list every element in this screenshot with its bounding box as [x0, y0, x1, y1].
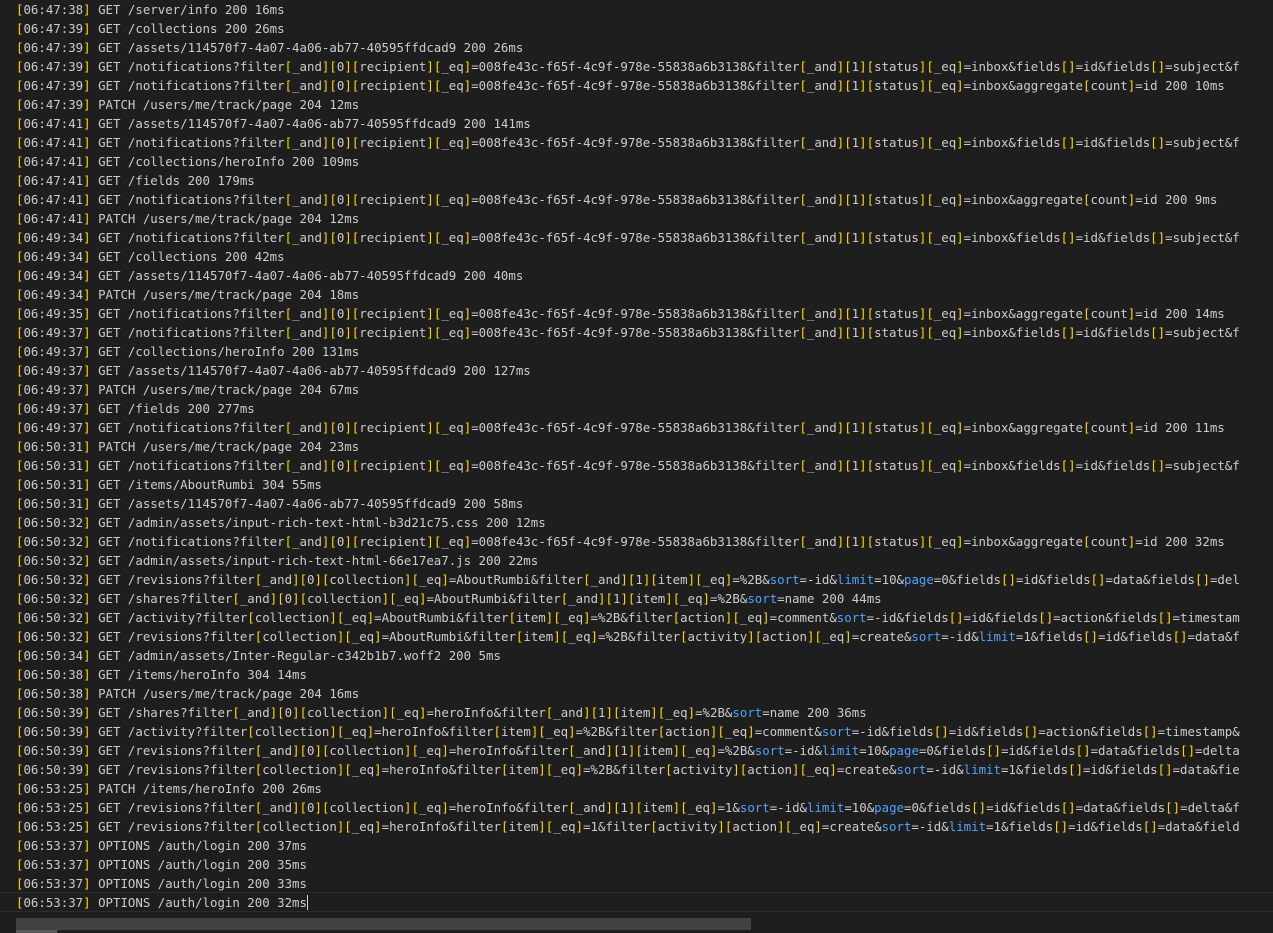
log-line: [06:50:32] GET /admin/assets/input-rich-…	[16, 553, 539, 568]
log-line: [06:49:37] GET /notifications?filter[_an…	[16, 325, 1240, 340]
log-line: [06:50:32] GET /notifications?filter[_an…	[16, 534, 1225, 549]
log-line: [06:49:34] GET /notifications?filter[_an…	[16, 230, 1240, 245]
log-line: [06:53:25] PATCH /items/heroInfo 200 26m…	[16, 781, 322, 796]
log-line: [06:47:41] GET /collections/heroInfo 200…	[16, 154, 360, 169]
log-line: [06:53:37] OPTIONS /auth/login 200 37ms	[16, 838, 307, 853]
horizontal-scrollbar-thumb[interactable]	[16, 918, 751, 930]
log-line: [06:50:32] GET /shares?filter[_and][0][c…	[16, 591, 882, 606]
log-line: [06:50:31] PATCH /users/me/track/page 20…	[16, 439, 360, 454]
log-line: [06:50:32] GET /revisions?filter[collect…	[16, 629, 1240, 644]
log-line: [06:47:41] GET /notifications?filter[_an…	[16, 192, 1218, 207]
terminal-output[interactable]: [06:47:38] GET /server/info 200 16ms [06:…	[16, 0, 1273, 912]
log-line: [06:49:34] GET /collections 200 42ms	[16, 249, 285, 264]
log-line: [06:49:34] GET /assets/114570f7-4a07-4a0…	[16, 268, 524, 283]
log-line: [06:47:41] GET /notifications?filter[_an…	[16, 135, 1240, 150]
log-line: [06:50:32] GET /admin/assets/input-rich-…	[16, 515, 546, 530]
log-line: [06:49:37] GET /collections/heroInfo 200…	[16, 344, 360, 359]
log-line: [06:47:39] GET /notifications?filter[_an…	[16, 59, 1240, 74]
log-line: [06:50:31] GET /items/AboutRumbi 304 55m…	[16, 477, 322, 492]
log-line: [06:53:25] GET /revisions?filter[_and][0…	[16, 800, 1240, 815]
terminal-panel[interactable]: [06:47:38] GET /server/info 200 16ms [06:…	[0, 0, 1273, 933]
log-line: [06:50:31] GET /assets/114570f7-4a07-4a0…	[16, 496, 524, 511]
text-cursor	[306, 895, 308, 910]
log-line: [06:50:32] GET /activity?filter[collecti…	[16, 610, 1240, 625]
log-line: [06:50:34] GET /admin/assets/Inter-Regul…	[16, 648, 501, 663]
log-line: [06:49:35] GET /notifications?filter[_an…	[16, 306, 1225, 321]
horizontal-scrollbar[interactable]	[0, 914, 1273, 933]
log-line: [06:49:37] PATCH /users/me/track/page 20…	[16, 382, 360, 397]
log-line: [06:50:32] GET /revisions?filter[_and][0…	[16, 572, 1240, 587]
log-line: [06:47:41] GET /assets/114570f7-4a07-4a0…	[16, 116, 531, 131]
log-line: [06:50:39] GET /activity?filter[collecti…	[16, 724, 1240, 739]
log-line: [06:47:41] GET /fields 200 179ms	[16, 173, 255, 188]
log-line: [06:49:34] PATCH /users/me/track/page 20…	[16, 287, 360, 302]
log-line: [06:47:39] GET /notifications?filter[_an…	[16, 78, 1225, 93]
log-line: [06:50:39] GET /revisions?filter[collect…	[16, 762, 1240, 777]
log-line: [06:50:39] GET /shares?filter[_and][0][c…	[16, 705, 867, 720]
log-line: [06:47:39] GET /collections 200 26ms	[16, 21, 285, 36]
log-line: [06:49:37] GET /notifications?filter[_an…	[16, 420, 1225, 435]
log-line: [06:47:38] GET /server/info 200 16ms	[16, 2, 285, 17]
log-line: [06:50:31] GET /notifications?filter[_an…	[16, 458, 1240, 473]
log-line: [06:53:37] OPTIONS /auth/login 200 32ms	[16, 895, 308, 910]
log-line: [06:49:37] GET /fields 200 277ms	[16, 401, 255, 416]
log-line: [06:47:41] PATCH /users/me/track/page 20…	[16, 211, 360, 226]
log-line: [06:50:39] GET /revisions?filter[_and][0…	[16, 743, 1240, 758]
log-line: [06:47:39] PATCH /users/me/track/page 20…	[16, 97, 360, 112]
log-line: [06:49:37] GET /assets/114570f7-4a07-4a0…	[16, 363, 531, 378]
log-line: [06:53:37] OPTIONS /auth/login 200 35ms	[16, 857, 307, 872]
log-line: [06:53:37] OPTIONS /auth/login 200 33ms	[16, 876, 307, 891]
log-line: [06:47:39] GET /assets/114570f7-4a07-4a0…	[16, 40, 524, 55]
log-line: [06:50:38] GET /items/heroInfo 304 14ms	[16, 667, 307, 682]
log-line: [06:53:25] GET /revisions?filter[collect…	[16, 819, 1240, 834]
log-line: [06:50:38] PATCH /users/me/track/page 20…	[16, 686, 360, 701]
